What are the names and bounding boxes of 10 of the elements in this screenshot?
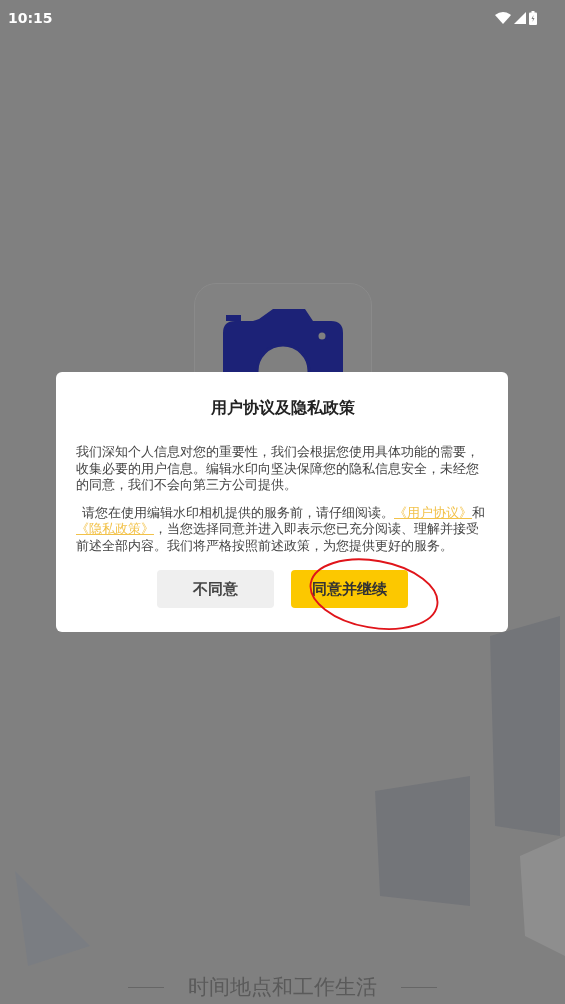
wifi-icon [495,12,511,24]
dialog-title: 用户协议及隐私政策 [209,397,356,419]
signal-icon [514,12,526,24]
dialog-paragraph: 我们深知个人信息对您的重要性，我们会根据您使用具体功能的需要，收集必要的用户信息。编辑水印向坚决保障您的隐私信息安全，未经您的同意，我们不会向第三方公司提供。 [76,444,480,494]
agree-button[interactable]: 同意并继续 [291,570,408,608]
disagree-button[interactable]: 不同意 [157,570,274,608]
camera-icon [220,309,345,373]
dialog-paragraph: 请您在使用编辑水印相机提供的服务前，请仔细阅读。《用户协议》和 《隐私政策》，当您选择同意并进入即表示您已充分阅读、理解并接受前述全部内容。我们将严格按照前述政策，为您提供更好的服务。 [76,504,486,554]
battery-icon [529,11,537,25]
status-time: 10:15 [8,10,53,26]
